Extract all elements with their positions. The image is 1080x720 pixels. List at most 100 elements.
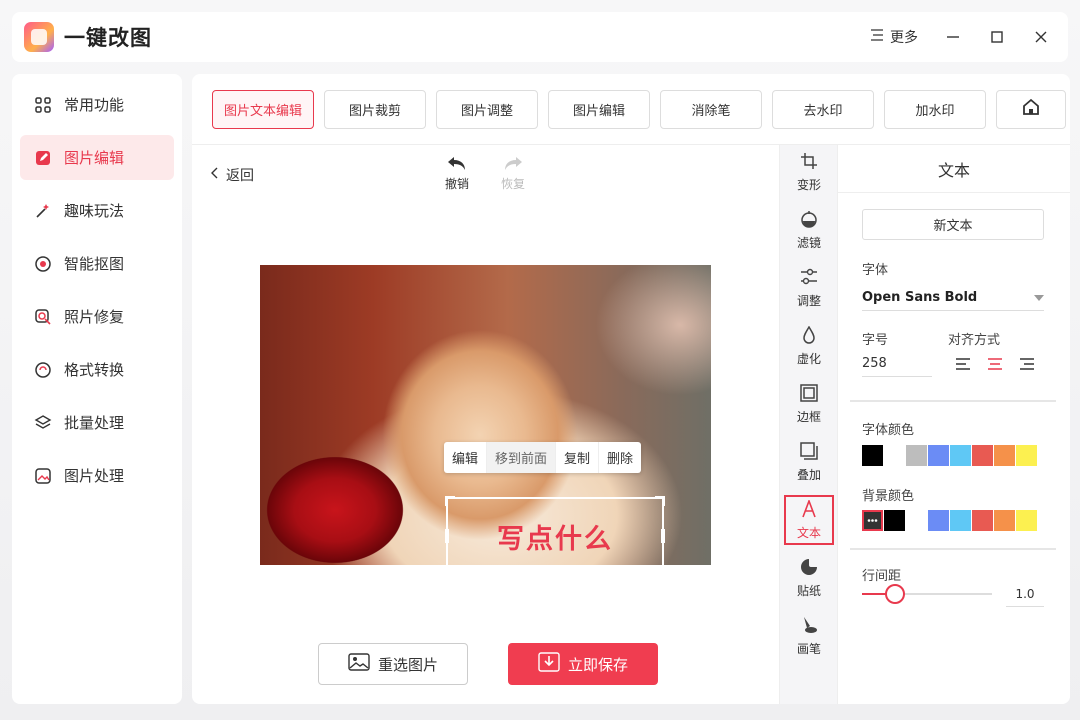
sidebar-item-common[interactable]: 常用功能 [20,82,174,127]
text-icon [800,498,818,521]
image-icon [348,653,370,675]
font-color-swatch[interactable] [928,445,949,466]
tool-brush[interactable]: 画笔 [784,611,834,661]
tab-eraser[interactable]: 消除笔 [660,89,762,129]
resize-handle[interactable] [445,496,455,506]
font-color-label: 字体颜色 [862,423,915,438]
font-color-swatch[interactable] [950,445,971,466]
tab-image-edit[interactable]: 图片编辑 [548,89,650,129]
canvas-area: 返回 撤销 恢复 编辑 移到前面 复制 删除 写点什么 重选图片 立即保存 [192,145,779,704]
menu-edit[interactable]: 编辑 [444,442,488,473]
sidebar-item-cutout[interactable]: 智能抠图 [20,241,174,286]
sidebar-item-fun[interactable]: 趣味玩法 [20,188,174,233]
align-right-icon[interactable] [1020,358,1034,374]
tab-adjust[interactable]: 图片调整 [436,89,538,129]
tool-transform[interactable]: 变形 [784,147,834,197]
line-spacing-label: 行间距 [862,569,902,584]
redo-button[interactable]: 恢复 [498,155,528,192]
tool-adjust[interactable]: 调整 [784,263,834,313]
bg-color-swatch[interactable] [950,510,971,531]
sidebar-item-image-edit[interactable]: 图片编辑 [20,135,174,180]
text-layer-box[interactable]: 写点什么 [445,496,665,565]
new-text-button[interactable]: 新文本 [862,209,1044,240]
line-spacing-slider[interactable] [862,584,992,604]
bg-color-swatch[interactable] [994,510,1015,531]
bg-color-swatch[interactable] [862,510,883,531]
menu-bring-front[interactable]: 移到前面 [487,442,557,473]
font-color-swatch[interactable] [906,445,927,466]
sidebar-item-label: 格式转换 [64,361,125,379]
font-color-swatch[interactable] [1016,445,1037,466]
menu-copy[interactable]: 复制 [556,442,600,473]
align-center-icon[interactable] [988,358,1002,374]
font-select[interactable]: Open Sans Bold [862,285,1044,311]
bg-color-swatch[interactable] [928,510,949,531]
tool-label: 滤镜 [796,235,821,250]
align-left-icon[interactable] [956,358,970,374]
back-button[interactable]: 返回 [210,165,254,185]
home-icon [1021,97,1041,121]
redo-icon [498,155,528,175]
undo-button[interactable]: 撤销 [442,155,472,192]
sidebar-item-process[interactable]: 图片处理 [20,453,174,498]
app-window: 一键改图 更多 常用功能 图片编辑 趣味玩法 智能抠图 照片修复 格式转换 批量… [0,0,1080,720]
overlay-icon [800,441,818,463]
tab-crop[interactable]: 图片裁剪 [324,89,426,129]
bg-color-swatch[interactable] [1016,510,1037,531]
bg-color-swatch[interactable] [906,510,927,531]
sidebar-item-batch[interactable]: 批量处理 [20,400,174,445]
font-value: Open Sans Bold [862,290,978,305]
repair-icon [34,308,52,326]
adjust-icon [800,268,818,289]
undo-icon [442,155,472,175]
tool-sticker[interactable]: 贴纸 [784,553,834,603]
bg-color-label: 背景颜色 [862,489,915,504]
bg-color-swatch[interactable] [972,510,993,531]
maximize-icon[interactable] [988,28,1006,46]
divider [850,400,1056,402]
chevron-left-icon [210,167,220,183]
close-icon[interactable] [1032,28,1050,46]
more-button[interactable]: 更多 [870,27,918,47]
minimize-icon[interactable] [944,28,962,46]
font-size-input[interactable]: 258 [862,351,932,377]
home-button[interactable] [996,89,1066,129]
tab-remove-watermark[interactable]: 去水印 [772,89,874,129]
tool-blur[interactable]: 虚化 [784,321,834,371]
font-color-swatch[interactable] [994,445,1015,466]
sidebar-item-label: 批量处理 [64,414,125,432]
edited-photo[interactable]: 编辑 移到前面 复制 删除 写点什么 [260,265,711,565]
edit-icon [34,149,52,167]
brush-icon [800,616,818,637]
redo-label: 恢复 [500,177,525,191]
resize-handle[interactable] [445,529,449,543]
resize-handle[interactable] [655,496,665,506]
tab-text-edit[interactable]: 图片文本编辑 [212,89,314,129]
tool-text[interactable]: 文本 [784,495,834,545]
font-color-swatch[interactable] [972,445,993,466]
menu-icon [870,28,884,46]
feature-tabs: 图片文本编辑 图片裁剪 图片调整 图片编辑 消除笔 去水印 加水印 [192,74,1070,145]
reselect-label: 重选图片 [377,655,438,674]
sticker-icon [800,558,818,579]
tool-filter[interactable]: 滤镜 [784,205,834,255]
slider-knob[interactable] [884,584,905,604]
image-icon [34,467,52,485]
align-label: 对齐方式 [948,333,1001,348]
tool-frame[interactable]: 边框 [784,379,834,429]
sidebar-item-convert[interactable]: 格式转换 [20,347,174,392]
save-button[interactable]: 立即保存 [508,643,658,685]
app-title: 一键改图 [64,26,152,50]
font-color-swatch[interactable] [862,445,883,466]
line-spacing-input[interactable]: 1.0 [1006,581,1044,607]
resize-handle[interactable] [661,529,665,543]
bg-color-swatch[interactable] [884,510,905,531]
back-label: 返回 [226,168,254,184]
font-color-swatch[interactable] [884,445,905,466]
menu-delete[interactable]: 删除 [599,442,641,473]
reselect-image-button[interactable]: 重选图片 [318,643,468,685]
tab-add-watermark[interactable]: 加水印 [884,89,986,129]
tool-overlay[interactable]: 叠加 [784,437,834,487]
canvas-text[interactable]: 写点什么 [497,517,613,556]
sidebar-item-repair[interactable]: 照片修复 [20,294,174,339]
